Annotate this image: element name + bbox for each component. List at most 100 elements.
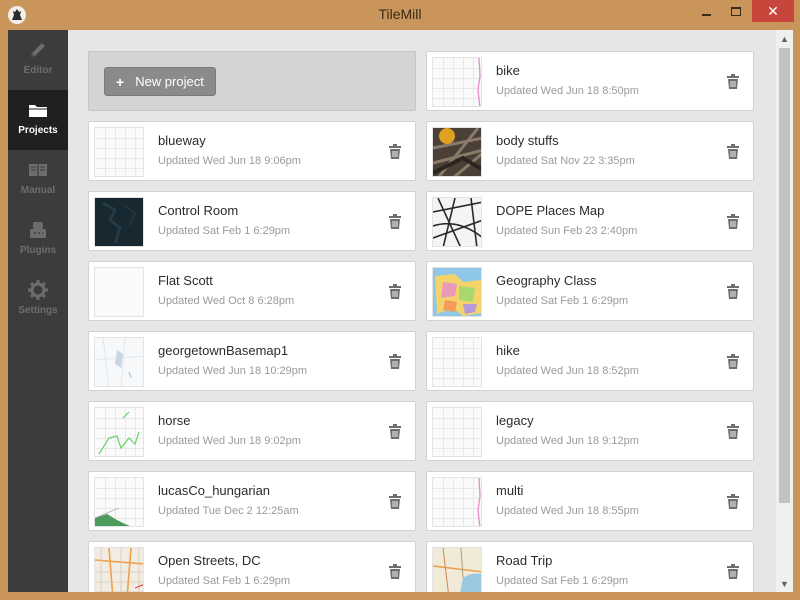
project-card[interactable]: Control Room Updated Sat Feb 1 6:29pm [88, 191, 416, 251]
trash-icon[interactable] [726, 564, 740, 579]
project-name[interactable]: Road Trip [496, 553, 552, 568]
trash-icon[interactable] [726, 494, 740, 509]
project-card[interactable]: legacy Updated Wed Jun 18 9:12pm [426, 401, 754, 461]
project-card[interactable]: bike Updated Wed Jun 18 8:50pm [426, 51, 754, 111]
project-card[interactable]: blueway Updated Wed Jun 18 9:06pm [88, 121, 416, 181]
app-client-area: Editor Projects Manual Plugins Settings [8, 30, 793, 592]
project-name[interactable]: body stuffs [496, 133, 559, 148]
trash-icon[interactable] [388, 424, 402, 439]
project-thumbnail[interactable] [94, 337, 144, 387]
scroll-up-arrow-icon[interactable]: ▲ [776, 30, 793, 47]
project-name[interactable]: legacy [496, 413, 534, 428]
title-bar[interactable]: TileMill ✕ [0, 0, 800, 30]
trash-icon[interactable] [388, 564, 402, 579]
project-thumbnail[interactable] [94, 407, 144, 457]
minimize-icon [701, 13, 711, 16]
project-name[interactable]: lucasCo_hungarian [158, 483, 270, 498]
new-project-button[interactable]: + New project [104, 67, 216, 96]
project-card[interactable]: Geography Class Updated Sat Feb 1 6:29pm [426, 261, 754, 321]
project-updated-time: Updated Sat Nov 22 3:35pm [496, 155, 635, 167]
trash-icon[interactable] [726, 144, 740, 159]
sidebar-item-editor[interactable]: Editor [8, 30, 68, 90]
plus-icon: + [116, 73, 125, 90]
trash-icon[interactable] [726, 214, 740, 229]
project-updated-time: Updated Sat Feb 1 6:29pm [496, 295, 629, 307]
project-thumbnail[interactable] [432, 477, 482, 527]
sidebar-item-projects[interactable]: Projects [8, 90, 68, 150]
close-button[interactable]: ✕ [752, 0, 794, 22]
sidebar-item-label: Projects [18, 125, 58, 136]
project-name[interactable]: Flat Scott [158, 273, 213, 288]
project-thumbnail[interactable] [432, 407, 482, 457]
trash-icon[interactable] [388, 284, 402, 299]
trash-icon[interactable] [388, 144, 402, 159]
gear-icon [28, 280, 48, 300]
projects-panel: + New project bike Updated Wed Jun 18 8:5… [68, 30, 776, 592]
project-thumbnail[interactable] [432, 57, 482, 107]
project-updated-time: Updated Tue Dec 2 12:25am [158, 505, 299, 517]
project-thumbnail[interactable] [94, 197, 144, 247]
trash-icon[interactable] [726, 424, 740, 439]
folder-icon [29, 105, 47, 117]
maximize-button[interactable] [722, 0, 750, 22]
trash-icon[interactable] [726, 354, 740, 369]
project-name[interactable]: bike [496, 63, 520, 78]
minimize-button[interactable] [692, 0, 720, 22]
project-card[interactable]: lucasCo_hungarian Updated Tue Dec 2 12:25… [88, 471, 416, 531]
sidebar-item-manual[interactable]: Manual [8, 150, 68, 210]
project-thumbnail[interactable] [94, 127, 144, 177]
project-thumbnail[interactable] [94, 547, 144, 592]
project-updated-time: Updated Wed Jun 18 9:06pm [158, 155, 301, 167]
project-name[interactable]: multi [496, 483, 523, 498]
project-updated-time: Updated Wed Jun 18 8:50pm [496, 85, 639, 97]
maximize-icon [731, 6, 741, 16]
project-updated-time: Updated Wed Oct 8 6:28pm [158, 295, 295, 307]
project-name[interactable]: Geography Class [496, 273, 596, 288]
book-icon [29, 164, 47, 177]
sidebar-item-label: Plugins [19, 245, 57, 256]
trash-icon[interactable] [726, 74, 740, 89]
project-thumbnail[interactable] [94, 477, 144, 527]
scrollbar-thumb[interactable] [779, 48, 790, 503]
project-thumbnail[interactable] [432, 197, 482, 247]
project-thumbnail[interactable] [432, 127, 482, 177]
project-updated-time: Updated Wed Jun 18 9:12pm [496, 435, 639, 447]
project-card[interactable]: Road Trip Updated Sat Feb 1 6:29pm [426, 541, 754, 592]
project-updated-time: Updated Wed Jun 18 10:29pm [158, 365, 308, 377]
sidebar-item-label: Manual [20, 185, 56, 196]
project-card[interactable]: Flat Scott Updated Wed Oct 8 6:28pm [88, 261, 416, 321]
project-name[interactable]: Open Streets, DC [158, 553, 261, 568]
project-card[interactable]: multi Updated Wed Jun 18 8:55pm [426, 471, 754, 531]
project-name[interactable]: DOPE Places Map [496, 203, 604, 218]
sidebar-item-settings[interactable]: Settings [8, 270, 68, 330]
project-card[interactable]: body stuffs Updated Sat Nov 22 3:35pm [426, 121, 754, 181]
project-name[interactable]: georgetownBasemap1 [158, 343, 288, 358]
pencil-icon [31, 43, 45, 57]
trash-icon[interactable] [388, 354, 402, 369]
project-thumbnail[interactable] [432, 547, 482, 592]
trash-icon[interactable] [388, 494, 402, 509]
project-updated-time: Updated Wed Jun 18 9:02pm [158, 435, 301, 447]
vertical-scrollbar[interactable]: ▲ ▼ [776, 30, 793, 592]
project-card[interactable]: georgetownBasemap1 Updated Wed Jun 18 10:… [88, 331, 416, 391]
project-name[interactable]: Control Room [158, 203, 238, 218]
sidebar-item-label: Editor [23, 65, 53, 76]
project-card[interactable]: horse Updated Wed Jun 18 9:02pm [88, 401, 416, 461]
project-thumbnail[interactable] [432, 337, 482, 387]
project-updated-time: Updated Sun Feb 23 2:40pm [496, 225, 638, 237]
sidebar-item-plugins[interactable]: Plugins [8, 210, 68, 270]
project-name[interactable]: horse [158, 413, 191, 428]
trash-icon[interactable] [388, 214, 402, 229]
project-name[interactable]: blueway [158, 133, 206, 148]
project-updated-time: Updated Wed Jun 18 8:52pm [496, 365, 639, 377]
trash-icon[interactable] [726, 284, 740, 299]
new-project-area: + New project [88, 51, 416, 111]
project-card[interactable]: Open Streets, DC Updated Sat Feb 1 6:29pm [88, 541, 416, 592]
project-thumbnail[interactable] [94, 267, 144, 317]
project-card[interactable]: hike Updated Wed Jun 18 8:52pm [426, 331, 754, 391]
plugin-icon [30, 222, 46, 238]
project-thumbnail[interactable] [432, 267, 482, 317]
project-name[interactable]: hike [496, 343, 520, 358]
project-card[interactable]: DOPE Places Map Updated Sun Feb 23 2:40pm [426, 191, 754, 251]
scroll-down-arrow-icon[interactable]: ▼ [776, 575, 793, 592]
